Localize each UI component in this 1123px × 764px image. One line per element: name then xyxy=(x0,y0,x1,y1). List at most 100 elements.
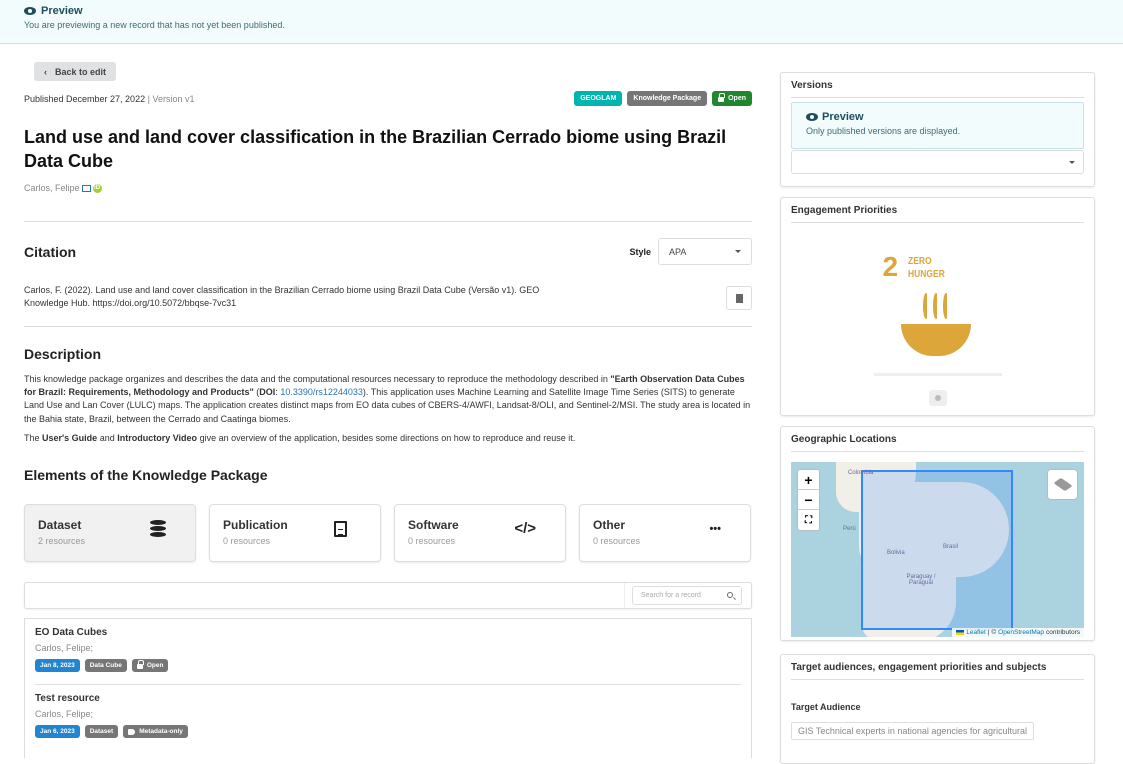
map-attribution: Leaflet | © OpenStreetMap contributors xyxy=(952,628,1084,637)
zoom-in-button[interactable]: + xyxy=(798,470,819,490)
publication-info: Published December 27, 2022 | Version v1 xyxy=(24,94,194,104)
record-labels: GEOGLAM Knowledge Package Open xyxy=(574,91,752,106)
zoom-control: + − ⛶ xyxy=(797,469,820,531)
versions-preview-notice: Preview Only published versions are disp… xyxy=(791,102,1084,149)
users-guide: User's Guide xyxy=(42,432,98,443)
map[interactable]: Colombia Perú Bolivia Brasil Paraguay / … xyxy=(791,462,1084,637)
card-count: 2 resources xyxy=(38,536,86,546)
list-item[interactable]: EO Data Cubes Carlos, Felipe; Jan 8, 202… xyxy=(35,619,741,678)
description-body: This knowledge package organizes and des… xyxy=(24,373,752,445)
record-search-bar: Search for a record xyxy=(24,582,752,609)
orcid-icon[interactable]: iD xyxy=(92,183,102,193)
card-count: 0 resources xyxy=(223,536,271,546)
back-to-edit-button[interactable]: ‹ Back to edit xyxy=(34,62,117,81)
result-authors: Carlos, Felipe; xyxy=(35,709,94,719)
card-other[interactable]: Other 0 resources ••• xyxy=(579,504,751,562)
label-resource-type: Knowledge Package xyxy=(627,91,708,106)
result-type: Data Cube xyxy=(84,659,127,672)
divider xyxy=(24,326,752,327)
versions-heading: Versions xyxy=(791,80,1084,98)
card-name: Publication xyxy=(223,518,288,532)
fullscreen-button[interactable]: ⛶ xyxy=(798,510,819,530)
citation-heading: Citation xyxy=(24,243,77,260)
email-icon[interactable] xyxy=(81,184,91,192)
search-placeholder: Search for a record xyxy=(641,592,701,599)
citation-style-dropdown[interactable]: APA xyxy=(658,238,752,265)
style-label: Style xyxy=(629,246,651,257)
elements-heading: Elements of the Knowledge Package xyxy=(24,467,268,483)
preview-message: You are previewing a new record that has… xyxy=(24,20,285,30)
result-access: Metadata-only xyxy=(123,725,188,738)
versions-preview-title: Preview xyxy=(822,111,864,123)
doi-link[interactable]: 10.3390/rs12244033 xyxy=(280,387,363,397)
card-count: 0 resources xyxy=(593,536,641,546)
separator: | xyxy=(147,93,150,104)
result-title[interactable]: Test resource xyxy=(35,693,741,704)
card-publication[interactable]: Publication 0 resources xyxy=(209,504,381,562)
sdg-line1: ZERO xyxy=(907,256,932,267)
lock-open-icon xyxy=(718,93,726,102)
main-content: ‹ Back to edit Published December 27, 20… xyxy=(24,62,752,758)
result-date: Jan 8, 2023 xyxy=(35,659,80,672)
result-title[interactable]: EO Data Cubes xyxy=(35,627,741,638)
search-input[interactable]: Search for a record xyxy=(632,586,742,605)
result-type: Dataset xyxy=(84,725,119,738)
osm-link[interactable]: OpenStreetMap xyxy=(998,629,1044,636)
code-icon: </> xyxy=(514,520,536,537)
tag-icon xyxy=(128,728,136,735)
authors: Carlos, Felipe iD xyxy=(24,183,102,193)
access-text: Open xyxy=(146,662,164,669)
sdg-line2: HUNGER xyxy=(907,269,945,280)
access-text: Metadata-only xyxy=(139,728,183,735)
map-label: Perú xyxy=(843,526,856,532)
desc-text: This knowledge package organizes and des… xyxy=(24,374,611,384)
zoom-out-button[interactable]: − xyxy=(798,490,819,510)
eye-icon xyxy=(24,7,36,15)
bounding-box[interactable] xyxy=(861,470,1013,630)
card-software[interactable]: Software 0 resources </> xyxy=(394,504,566,562)
list-item[interactable]: Test resource Carlos, Felipe; Jan 6, 202… xyxy=(35,684,741,744)
card-count: 0 resources xyxy=(408,536,456,546)
targets-heading: Target audiences, engagement priorities … xyxy=(791,662,1084,680)
bowl-icon xyxy=(900,324,971,356)
copy-citation-button[interactable] xyxy=(726,286,752,310)
carousel-dot[interactable] xyxy=(928,390,947,406)
versions-preview-message: Only published versions are displayed. xyxy=(806,126,961,136)
layers-button[interactable] xyxy=(1047,469,1078,500)
database-icon xyxy=(150,520,166,538)
engagement-panel: Engagement Priorities 2 ZERO HUNGER xyxy=(780,197,1095,416)
card-dataset[interactable]: Dataset 2 resources xyxy=(24,504,196,562)
description-heading: Description xyxy=(24,346,102,362)
result-access: Open xyxy=(131,659,169,672)
versions-panel: Versions Preview Only published versions… xyxy=(780,72,1095,187)
sdg-text: ZERO HUNGER xyxy=(908,255,945,281)
search-icon[interactable] xyxy=(727,592,733,598)
result-authors: Carlos, Felipe; xyxy=(35,643,94,653)
access-text: Open xyxy=(728,95,746,102)
citation-style-value: APA xyxy=(669,246,687,257)
document-icon xyxy=(334,521,347,537)
carousel-track xyxy=(873,373,1002,376)
target-audience-chip: GIS Technical experts in national agenci… xyxy=(791,722,1034,740)
card-name: Other xyxy=(593,518,626,532)
desc-text: give an overview of the application, bes… xyxy=(197,432,576,443)
versions-dropdown[interactable] xyxy=(791,150,1084,174)
geo-heading: Geographic Locations xyxy=(791,434,1084,452)
caret-down-icon xyxy=(1069,160,1075,164)
chevron-left-icon: ‹ xyxy=(44,66,47,77)
back-to-edit-label: Back to edit xyxy=(55,66,107,77)
ellipsis-icon: ••• xyxy=(709,523,721,535)
map-label: Colombia xyxy=(848,470,874,476)
sdg-zero-hunger-icon: 2 ZERO HUNGER xyxy=(873,249,1003,369)
version: Version v1 xyxy=(152,93,195,104)
element-cards: Dataset 2 resources Publication 0 resource… xyxy=(24,504,752,562)
leaflet-link[interactable]: Leaflet xyxy=(966,629,986,636)
caret-down-icon xyxy=(735,250,741,253)
card-name: Software xyxy=(408,518,459,532)
ukraine-flag-icon xyxy=(956,630,965,635)
map-label: Paraguay / Paraguái xyxy=(906,574,936,586)
results-list: EO Data Cubes Carlos, Felipe; Jan 8, 202… xyxy=(24,618,752,758)
author-name[interactable]: Carlos, Felipe xyxy=(24,183,80,193)
card-name: Dataset xyxy=(38,518,82,532)
desc-text: and xyxy=(97,432,118,443)
